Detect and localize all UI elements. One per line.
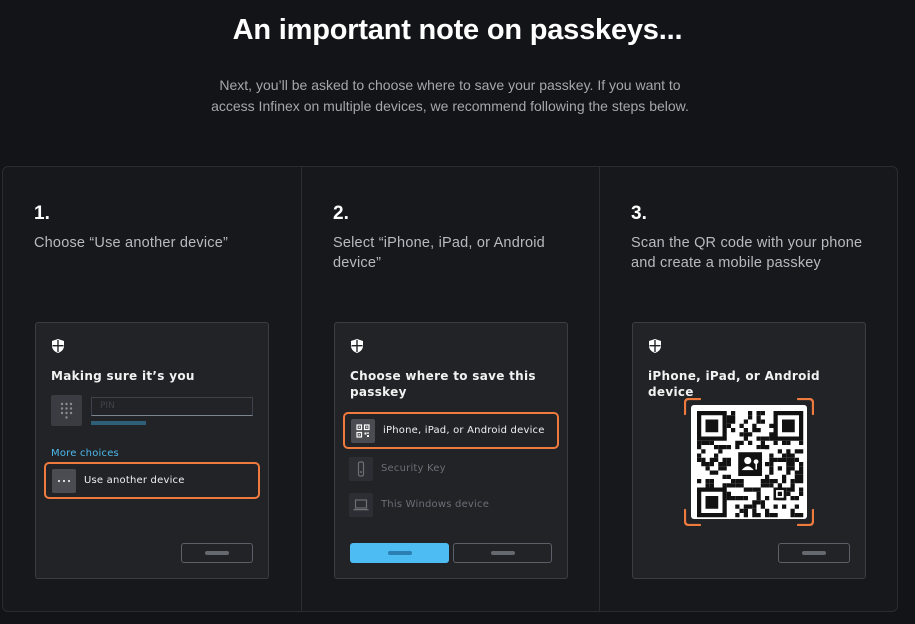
step-number: 1.: [34, 203, 50, 224]
dialog-title: Making sure it’s you: [51, 369, 195, 383]
page-title: An important note on passkeys...: [232, 14, 683, 46]
more-dots-icon: [52, 468, 76, 493]
step-number: 2.: [333, 203, 349, 224]
option-label: Security Key: [381, 463, 446, 474]
secondary-button[interactable]: [453, 543, 552, 563]
keypad-icon: [51, 395, 82, 426]
step-instruction: Select “iPhone, iPad, or Android device”: [333, 235, 545, 271]
step-number: 3.: [631, 203, 647, 224]
option-label: iPhone, iPad, or Android device: [383, 425, 545, 436]
more-choices-link[interactable]: More choices: [51, 448, 119, 459]
shield-icon: [649, 339, 661, 353]
security-key-option[interactable]: Security Key: [343, 450, 559, 487]
usb-key-icon: [349, 456, 373, 481]
this-windows-device-option[interactable]: This Windows device: [343, 486, 559, 523]
option-label: Use another device: [84, 475, 185, 486]
qr-code-dialog-illustration: iPhone, iPad, or Android device: [632, 322, 866, 579]
step-3-column: 3. Scan the QR code with your phone and …: [599, 167, 897, 611]
step-instruction: Choose “Use another device”: [34, 235, 228, 251]
step-instruction: Scan the QR code with your phone and cre…: [631, 235, 863, 271]
dialog-button[interactable]: [181, 543, 253, 563]
option-label: This Windows device: [381, 499, 490, 510]
primary-button[interactable]: [350, 543, 449, 563]
pin-input[interactable]: PIN: [91, 397, 253, 416]
qr-code-icon: [683, 397, 815, 527]
dialog-title: Choose where to save this passkey: [350, 369, 536, 399]
step-1-column: 1. Choose “Use another device” Making su…: [3, 167, 301, 611]
dialog-title: iPhone, iPad, or Android device: [648, 369, 820, 399]
use-another-device-option[interactable]: Use another device: [44, 462, 260, 499]
save-passkey-dialog-illustration: Choose where to save this passkey iPhone…: [334, 322, 568, 579]
dialog-button[interactable]: [778, 543, 850, 563]
qr-code-icon: [351, 418, 375, 443]
steps-panel: 1. Choose “Use another device” Making su…: [2, 166, 898, 612]
windows-security-dialog-illustration: Making sure it’s you PIN More choices Us…: [35, 322, 269, 579]
shield-icon: [52, 339, 64, 353]
qr-code-frame: [683, 397, 815, 527]
shield-icon: [351, 339, 363, 353]
pin-strength-bar: [91, 421, 146, 425]
page-subtitle: Next, you’ll be asked to choose where to…: [211, 77, 689, 114]
step-2-column: 2. Select “iPhone, iPad, or Android devi…: [301, 167, 599, 611]
laptop-icon: [349, 492, 373, 517]
iphone-ipad-android-option[interactable]: iPhone, iPad, or Android device: [343, 412, 559, 449]
